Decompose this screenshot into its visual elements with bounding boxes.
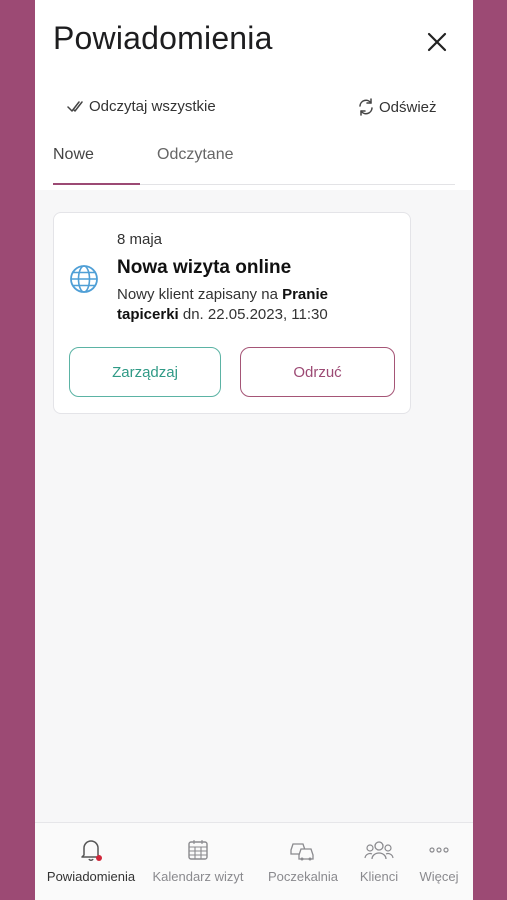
notification-title: Nowa wizyta online — [117, 257, 292, 278]
refresh-button[interactable]: Odśwież — [357, 98, 437, 116]
tab-read[interactable]: Odczytane — [157, 146, 233, 164]
calendar-icon — [188, 840, 208, 860]
nav-calendar[interactable]: Kalendarz wizyt — [145, 823, 251, 900]
nav-calendar-label: Kalendarz wizyt — [152, 869, 244, 884]
nav-waiting-room-label: Poczekalnia — [267, 869, 339, 884]
notifications-panel: Powiadomienia Odczytaj wszystkie Odśwież… — [35, 0, 473, 900]
more-icon — [429, 847, 449, 853]
nav-clients[interactable]: Klienci — [353, 823, 405, 900]
active-tab-indicator — [53, 183, 140, 185]
tab-bar: Nowe Odczytane — [53, 138, 455, 185]
bell-icon — [81, 840, 102, 861]
nav-clients-label: Klienci — [359, 869, 399, 884]
close-icon — [427, 32, 447, 52]
nav-more[interactable]: Więcej — [413, 823, 465, 900]
notification-card[interactable]: 8 maja Nowa wizyta online Nowy klient za… — [53, 212, 411, 414]
nav-notifications-label: Powiadomienia — [46, 869, 136, 884]
notification-text-suffix: dn. 22.05.2023, 11:30 — [178, 306, 328, 323]
notification-text: Nowy klient zapisany na Pranie tapicerki… — [117, 285, 387, 325]
read-all-label: Odczytaj wszystkie — [89, 98, 216, 115]
refresh-icon — [359, 98, 373, 116]
nav-more-label: Więcej — [419, 869, 459, 884]
page-title: Powiadomienia — [53, 20, 273, 56]
read-all-button[interactable]: Odczytaj wszystkie — [67, 98, 216, 115]
cars-icon — [290, 843, 314, 861]
nav-notifications[interactable]: Powiadomienia — [39, 823, 143, 900]
reject-button[interactable]: Odrzuć — [240, 347, 395, 397]
notification-badge — [96, 855, 102, 861]
notification-text-prefix: Nowy klient zapisany na — [117, 286, 283, 303]
globe-icon — [70, 265, 98, 293]
nav-waiting-room[interactable]: Poczekalnia — [263, 823, 343, 900]
notification-date: 8 maja — [117, 231, 163, 248]
close-button[interactable] — [423, 28, 451, 56]
tab-new[interactable]: Nowe — [53, 146, 94, 164]
bottom-navigation: Powiadomienia Kalendarz wizyt Poczekalni… — [35, 822, 473, 900]
double-check-icon — [67, 100, 83, 112]
users-icon — [364, 841, 394, 860]
manage-button[interactable]: Zarządzaj — [69, 347, 221, 397]
refresh-label: Odśwież — [379, 98, 437, 116]
